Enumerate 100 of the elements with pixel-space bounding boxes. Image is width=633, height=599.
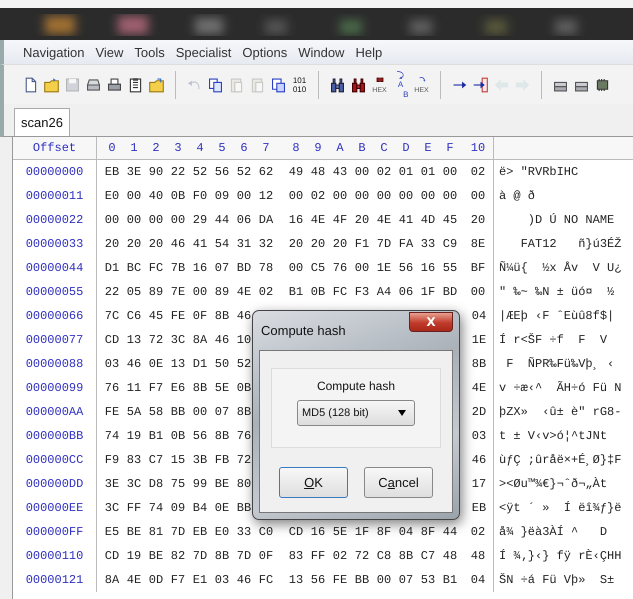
menu-item[interactable]: Window [298,44,344,60]
hex-cell-text: 00 [420,189,436,203]
hex-cell-text: 20 [310,237,326,251]
column-header: F [445,141,455,155]
hex-cell-text: 8B [214,429,230,443]
hex-cell-text: FC [258,573,274,587]
hex-cell-text: 00 [354,165,370,179]
hex-cell-text: 8F [420,525,436,539]
text-cell: ŠN ÷á Fü Vþ» S± [499,573,614,587]
hex-cell-text: 7D [170,525,186,539]
hex-cell-text: 46 [236,309,252,323]
hex-cell-text: 02 [310,189,326,203]
hex-cell-text: 76 [236,429,252,443]
menu-item[interactable]: Options [242,44,288,60]
offset-cell-text: 00000055 [24,285,84,299]
hex-cell-text: 76 [332,261,348,275]
hex-cell-text: BE [148,549,164,563]
hex-cell-text: 8A [192,333,208,347]
hex-cell-text: 1F [420,285,436,299]
text-cell: à @ ð [499,189,536,203]
hex-cell-text: FE [104,405,120,419]
hex-cell-text: 58 [148,405,164,419]
hex-cell-text: A4 [376,285,392,299]
hex-cell-text: B1 [148,429,164,443]
hex-cell-text: 56 [310,573,326,587]
offset-cell-text: 000000AA [24,405,84,419]
hex-cell-text: 56 [398,261,414,275]
hex-cell-text: 62 [258,165,274,179]
hex-cell-text: 00 [192,285,208,299]
hex-cell-text: 56 [214,165,230,179]
dialog-title: Compute hash [261,323,346,338]
hex-cell-text: 43 [332,165,348,179]
hex-cell-text: 99 [192,477,208,491]
hex-cell-text: B1 [288,285,304,299]
hex-cell-text: 55 [442,261,458,275]
hex-cell-text: 00 [332,189,348,203]
column-header: 10 [470,141,486,155]
text-cell-text: FAT12 ñ}ú3ÉŽ [520,237,622,251]
hex-cell-text: C7 [148,453,164,467]
hex-cell-text: C9 [442,237,458,251]
hex-cell-text: 52 [236,165,252,179]
hex-cell-text: 54 [214,237,230,251]
hex-cell-text: 52 [236,357,252,371]
hash-dropdown[interactable]: MD5 (128 bit) [297,400,415,426]
offset-cell-text: 00000011 [24,189,84,203]
hex-cell-text: E0 [214,525,230,539]
hex-cell-text: 74 [148,501,164,515]
dialog-button[interactable]: OK [279,467,348,498]
hex-cell-text: BD [236,261,252,275]
hex-cell-text: 02 [376,165,392,179]
hex-cell-text: 0E [214,501,230,515]
close-button[interactable]: X [409,312,453,332]
hex-cell-text: 16 [420,261,436,275]
offset-cell-text: 000000CC [24,453,84,467]
column-header: 9 [313,141,323,155]
hex-cell-text: 8B [470,357,488,371]
text-cell: Ñ¼ü{ ½x Åv V U¿ [499,261,622,275]
hex-cell-text: 90 [148,165,164,179]
hex-cell-text: 1E [470,333,488,347]
menu-item[interactable]: Tools [134,44,165,60]
caret-icon [398,410,406,416]
offset-cell-text: 00000044 [24,261,84,275]
hex-cell-text: 33 [420,237,436,251]
offset-cell-text: 00000077 [24,333,84,347]
hex-cell-text: 04 [398,525,414,539]
hex-cell-text: BE [214,477,230,491]
menu-item[interactable]: Help [355,44,382,60]
offset-cell-text: 00000033 [24,237,84,251]
hex-cell-text: CD [104,549,120,563]
hex-cell-text: 82 [170,549,186,563]
hex-cell-text: 41 [192,237,208,251]
column-header: D [401,141,411,155]
hex-cell-text: 46 [470,453,488,467]
hex-cell-text: 1F [354,525,370,539]
hex-cell-text: B1 [442,573,458,587]
hex-cell-text: 0B [236,381,252,395]
file-tab[interactable]: scan26 [14,108,70,136]
menu-item[interactable]: Specialist [176,44,232,60]
hex-cell-text: 89 [148,285,164,299]
hex-cell-text: 0E [148,357,164,371]
menu-item[interactable]: View [95,44,124,60]
text-cell: å¾ }ëà3ÀÍ ^ D [499,525,608,539]
hex-cell-text: 07 [214,405,230,419]
hex-cell-text: 11 [126,381,142,395]
hex-cell-text: 19 [126,429,142,443]
hex-cell-text: 75 [170,477,186,491]
hex-cell-text: 00 [354,189,370,203]
hex-cell-text: 10 [236,333,252,347]
hex-cell-text: 4E [126,573,142,587]
toolbar-button[interactable]: 101 010 [289,70,310,100]
hex-cell-text: 20 [104,237,120,251]
dialog-button[interactable]: Cancel [364,467,433,498]
hex-cell-text: 15 [170,453,186,467]
hex-cell-text: 00 [354,261,370,275]
hex-cell-text: 16 [288,213,304,227]
arrow-icon [472,74,489,94]
hex-cell-text: 20 [148,237,164,251]
hex-cell-text: 89 [214,285,230,299]
menu-item[interactable]: Navigation [23,44,84,60]
toolbar-button[interactable]: A B [390,70,411,100]
